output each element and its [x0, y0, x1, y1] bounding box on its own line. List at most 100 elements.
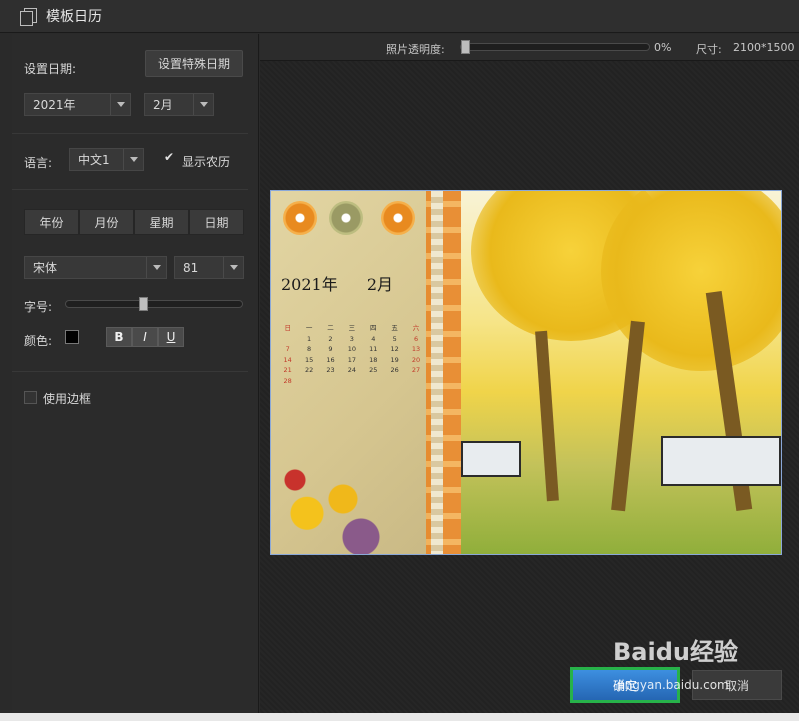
- calendar-day-cell: 5: [392, 334, 397, 343]
- divider: [12, 133, 248, 134]
- size-label: 尺寸:: [696, 43, 722, 56]
- photo-opacity-label: 照片透明度:: [386, 43, 445, 56]
- calendar-day-cell: 4: [371, 334, 376, 343]
- calendar-day-cell: 19: [390, 355, 399, 364]
- use-border-label: 使用边框: [43, 392, 92, 406]
- show-lunar-label: 显示农历: [182, 155, 231, 169]
- calendar-week-row: 21 22 23 24 25 26 27: [277, 365, 427, 376]
- calendar-day-cell: [298, 376, 319, 387]
- italic-button[interactable]: I: [132, 327, 158, 347]
- decorative-button-icon: [329, 201, 363, 235]
- calendar-preview: 2021年 2月 日一二三四五六 1 2 3 4 5 6 7 8 9 10 11 12 13 14 15 16 1…: [270, 190, 782, 555]
- month-select[interactable]: 2月: [144, 93, 214, 116]
- calendar-day-cell: 9: [328, 345, 333, 353]
- font-size-select-value: 81: [183, 260, 199, 275]
- calendar-week-row: 7 8 9 10 11 12 13: [277, 344, 427, 355]
- calendar-day-cell: 11: [369, 345, 378, 353]
- calendar-day-cell: 一: [305, 324, 313, 332]
- preview-toolbar: 照片透明度: 0% 尺寸: 2100*1500: [260, 34, 799, 61]
- template-calendar-dialog: 模板日历 设置日期: 设置特殊日期 2021年 2月 语言: 中文1 ✔ 显示农…: [0, 0, 799, 721]
- chevron-down-icon[interactable]: [146, 257, 166, 278]
- tree-trunk: [535, 330, 559, 502]
- calendar-day-cell: 20: [411, 355, 421, 364]
- divider: [12, 371, 248, 372]
- calendar-day-cell: 8: [307, 345, 312, 353]
- language-select-value: 中文1: [78, 153, 110, 167]
- calendar-day-cell: 3: [349, 334, 354, 343]
- year-select[interactable]: 2021年: [24, 93, 131, 116]
- calendar-pages-icon: [20, 8, 37, 26]
- calendar-year-title: 2021年 2月: [281, 271, 393, 295]
- text-format-group: B I U: [106, 327, 184, 347]
- tab-weekday[interactable]: 星期: [134, 209, 189, 235]
- tab-date[interactable]: 日期: [189, 209, 244, 235]
- calendar-week-row: 日一二三四五六: [277, 323, 427, 334]
- calendar-day-cell: 22: [304, 366, 314, 374]
- photo-opacity-value: 0%: [654, 41, 672, 54]
- calendar-week-row: 14 15 16 17 18 19 20: [277, 355, 427, 366]
- bold-button[interactable]: B: [106, 327, 132, 347]
- calendar-week-row: 28: [277, 376, 427, 387]
- underline-button[interactable]: U: [158, 327, 184, 347]
- baidu-watermark: Baidu经验: [613, 638, 738, 666]
- bench: [461, 441, 521, 477]
- style-target-tabs: 年份 月份 星期 日期: [24, 209, 244, 235]
- calendar-day-cell: 四: [370, 324, 377, 332]
- calendar-day-cell: 三: [348, 324, 356, 332]
- font-size-select[interactable]: 81: [174, 256, 244, 279]
- calendar-week-row: 1 2 3 4 5 6: [277, 334, 427, 345]
- photo-opacity-slider-handle[interactable]: [461, 40, 470, 54]
- calendar-day-cell: 六: [412, 324, 420, 332]
- calendar-day-cell: 13: [411, 345, 421, 353]
- chevron-down-icon[interactable]: [123, 149, 143, 170]
- preview-area: 照片透明度: 0% 尺寸: 2100*1500 2021年 2月 日 一 二 三 四 五 六…: [260, 34, 799, 714]
- tree-trunk: [611, 320, 645, 512]
- flower-decoration: [271, 461, 391, 554]
- calendar-day-cell: 14: [283, 355, 292, 364]
- font-size-slider[interactable]: [65, 297, 243, 311]
- calendar-day-cell: [277, 334, 298, 345]
- window-title: 模板日历: [46, 9, 102, 25]
- calendar-day-cell: 12: [390, 345, 399, 353]
- color-label: 颜色:: [24, 334, 53, 348]
- calendar-day-cell: 2: [328, 334, 333, 343]
- calendar-day-cell: [320, 376, 341, 387]
- calendar-day-cell: 23: [326, 366, 335, 374]
- chevron-down-icon[interactable]: [223, 257, 243, 278]
- tab-month[interactable]: 月份: [79, 209, 134, 235]
- calendar-day-cell: 28: [283, 376, 292, 385]
- language-label: 语言:: [24, 156, 53, 170]
- calendar-day-cell: 21: [283, 366, 292, 374]
- divider: [12, 189, 248, 190]
- language-select[interactable]: 中文1: [69, 148, 144, 171]
- calendar-day-cell: 日: [284, 324, 291, 332]
- calendar-day-cell: 17: [347, 355, 356, 364]
- special-date-button[interactable]: 设置特殊日期: [145, 50, 243, 77]
- font-size-slider-handle[interactable]: [139, 297, 148, 311]
- calendar-day-cell: 1: [307, 334, 312, 343]
- text-color-swatch[interactable]: [65, 330, 79, 344]
- photo-opacity-slider[interactable]: [460, 40, 650, 54]
- bottom-strip: [0, 713, 799, 721]
- calendar-day-cell: 五: [391, 324, 398, 332]
- calendar-day-cell: [363, 376, 384, 387]
- autumn-park-photo: [461, 191, 781, 554]
- title-bar: 模板日历: [0, 0, 799, 33]
- calendar-day-cell: 7: [285, 345, 290, 353]
- size-value: 2100*1500: [733, 41, 795, 54]
- calendar-day-cell: 26: [390, 366, 399, 374]
- use-border-checkbox[interactable]: [24, 391, 37, 404]
- checkmark-icon: ✔: [164, 150, 175, 164]
- baidu-watermark-url: jingyan.baidu.com: [618, 678, 729, 692]
- font-select[interactable]: 宋体: [24, 256, 167, 279]
- show-lunar-checkbox[interactable]: ✔: [162, 150, 175, 166]
- chevron-down-icon[interactable]: [193, 94, 213, 115]
- font-size-label: 字号:: [24, 300, 53, 314]
- calendar-day-cell: [341, 376, 362, 387]
- calendar-grid: 日一二三四五六 1 2 3 4 5 6 7 8 9 10 11 12 13 14 15 16 17 18 19 20 21…: [277, 323, 427, 386]
- decorative-button-icon: [381, 201, 415, 235]
- calendar-day-cell: 二: [327, 324, 334, 332]
- chevron-down-icon[interactable]: [110, 94, 130, 115]
- calendar-day-cell: 6: [413, 334, 419, 343]
- tab-year[interactable]: 年份: [24, 209, 79, 235]
